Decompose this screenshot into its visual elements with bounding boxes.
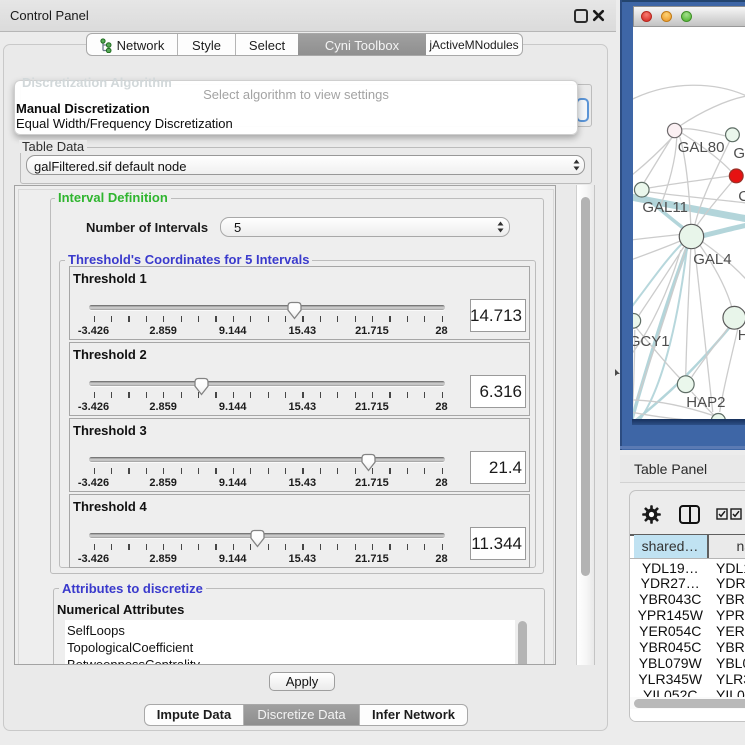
svg-text:HA: HA	[737, 327, 745, 344]
svg-text:GCY1: GCY1	[633, 333, 670, 350]
svg-text:C: C	[738, 188, 745, 205]
svg-text:GA: GA	[733, 145, 745, 162]
svg-text:HAP2: HAP2	[686, 394, 725, 411]
svg-text:GAL11: GAL11	[642, 199, 688, 216]
svg-text:GAL80: GAL80	[677, 139, 724, 156]
svg-text:GAL4: GAL4	[693, 251, 731, 268]
